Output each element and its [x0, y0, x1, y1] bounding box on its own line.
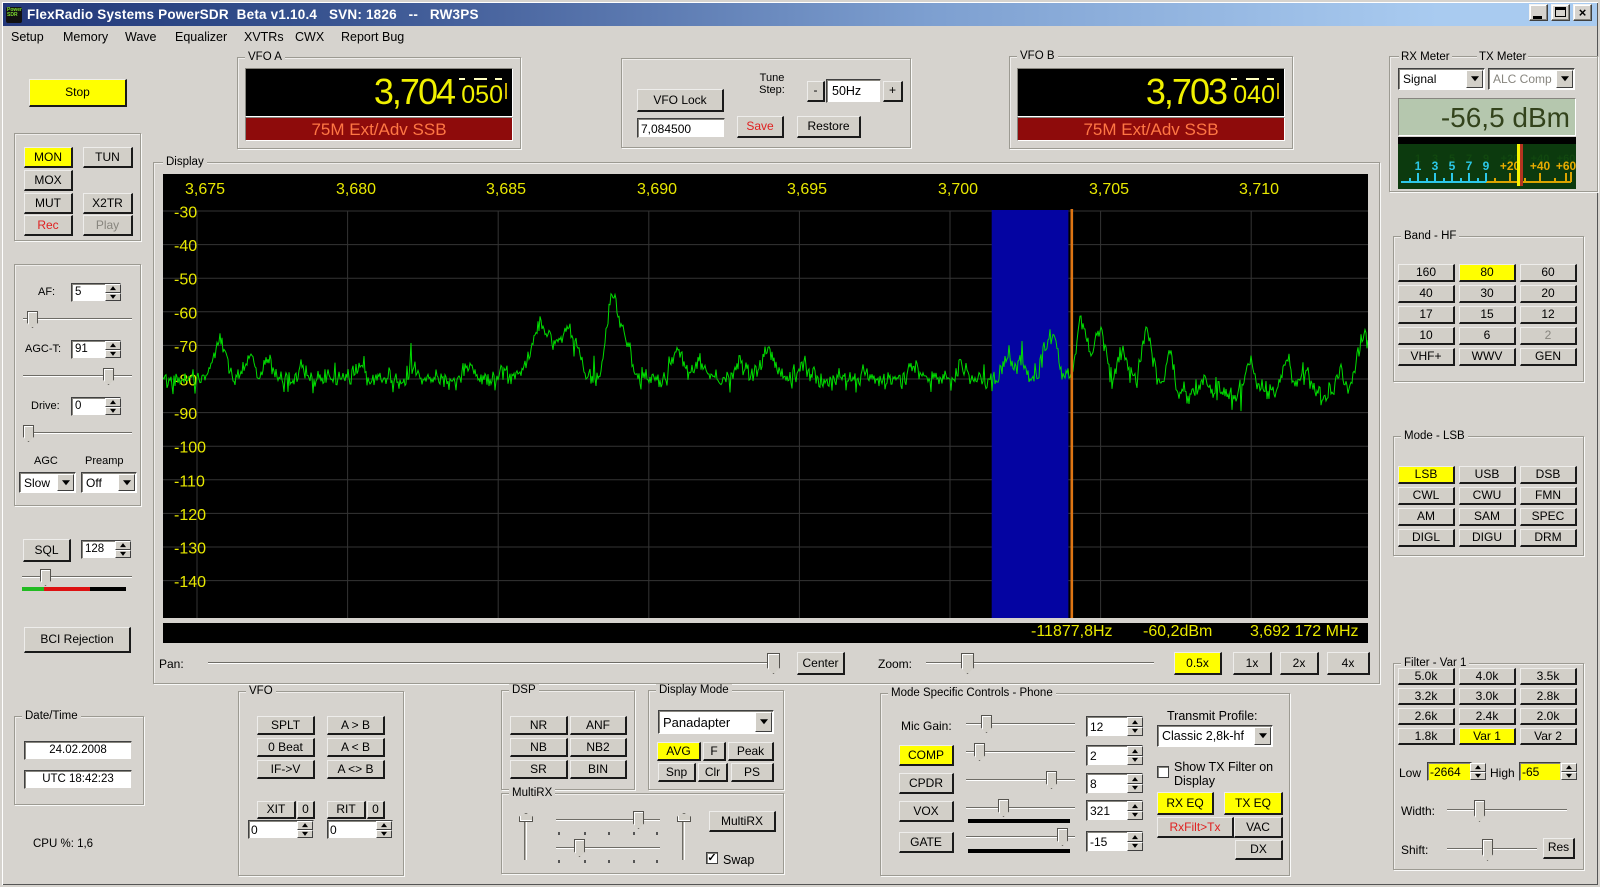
- svg-text:-30: -30: [174, 205, 197, 222]
- svg-text:3,675: 3,675: [185, 181, 225, 198]
- svg-text:9: 9: [1483, 159, 1490, 173]
- svg-text:+60: +60: [1556, 159, 1576, 173]
- svg-text:1: 1: [1415, 159, 1422, 173]
- svg-text:-120: -120: [174, 507, 206, 524]
- svg-text:5: 5: [1449, 159, 1456, 173]
- svg-text:-50: -50: [174, 272, 197, 289]
- svg-text:-40: -40: [174, 238, 197, 255]
- svg-text:3,680: 3,680: [336, 181, 376, 198]
- svg-text:3,700: 3,700: [938, 181, 978, 198]
- svg-text:3,710: 3,710: [1239, 181, 1279, 198]
- svg-text:-110: -110: [174, 473, 205, 490]
- svg-text:-90: -90: [174, 406, 197, 423]
- svg-text:3: 3: [1432, 159, 1439, 173]
- svg-text:-60: -60: [174, 305, 197, 322]
- svg-text:7: 7: [1466, 159, 1473, 173]
- svg-text:-70: -70: [174, 339, 197, 356]
- svg-text:3,695: 3,695: [787, 181, 827, 198]
- svg-text:-130: -130: [174, 541, 206, 558]
- svg-text:3,685: 3,685: [486, 181, 526, 198]
- svg-text:-100: -100: [174, 440, 206, 457]
- svg-text:3,705: 3,705: [1089, 181, 1129, 198]
- svg-text:3,690: 3,690: [637, 181, 677, 198]
- svg-text:-140: -140: [174, 574, 206, 591]
- svg-text:+40: +40: [1530, 159, 1551, 173]
